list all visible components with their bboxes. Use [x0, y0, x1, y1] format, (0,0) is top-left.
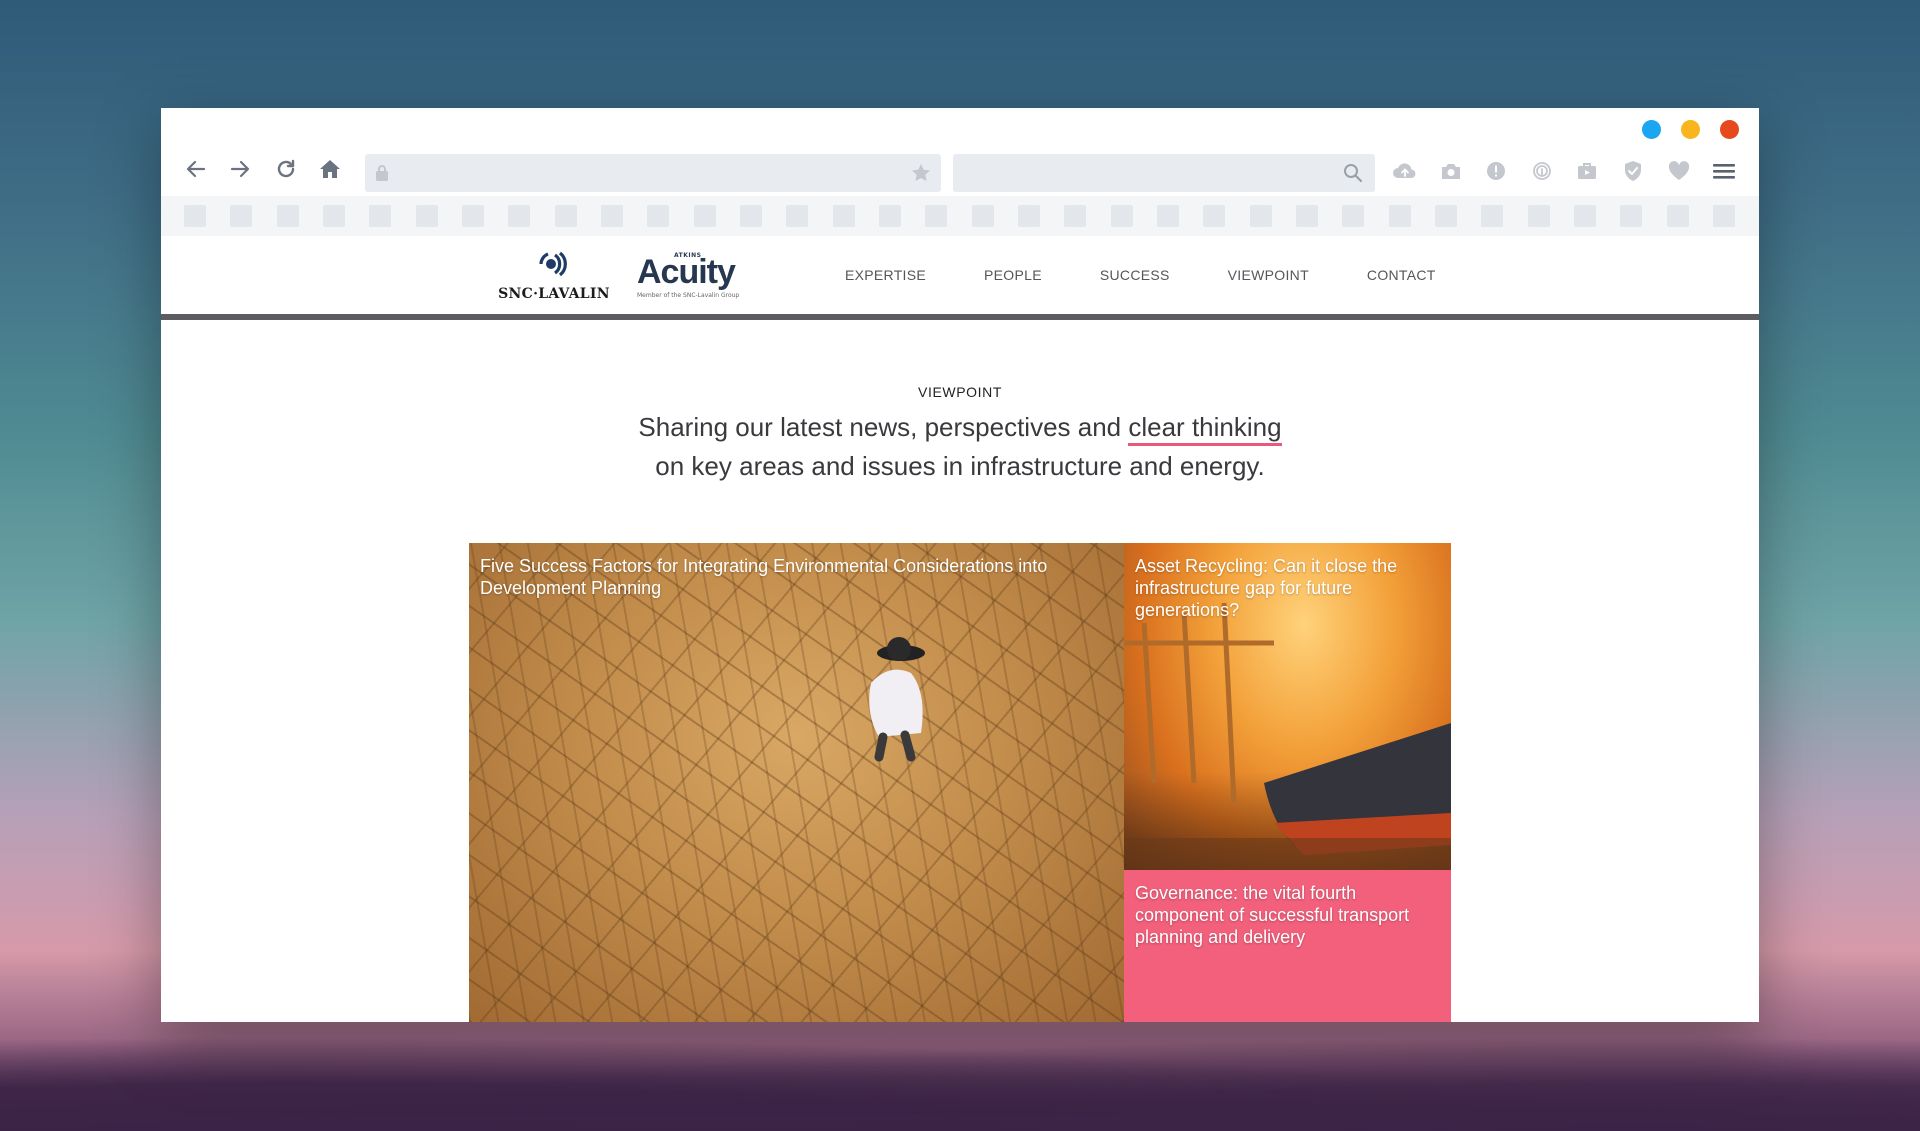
bookmark-placeholder[interactable] — [1528, 205, 1550, 227]
snc-lavalin-logo[interactable]: SNC·LAVALIN — [498, 250, 610, 302]
bookmark-placeholder[interactable] — [230, 205, 252, 227]
snc-lavalin-wordmark: SNC·LAVALIN — [498, 286, 610, 302]
back-arrow-icon[interactable] — [181, 154, 211, 184]
nav-item-expertise[interactable]: EXPERTISE — [845, 267, 926, 283]
lead-text-2: on key areas and issues in infrastructur… — [655, 451, 1265, 481]
article-grid: Five Success Factors for Integrating Env… — [469, 543, 1451, 1022]
bookmark-placeholder[interactable] — [1018, 205, 1040, 227]
bookmark-placeholder[interactable] — [1203, 205, 1225, 227]
camera-icon[interactable] — [1438, 158, 1464, 184]
bookmark-placeholder[interactable] — [1250, 205, 1272, 227]
bookmark-placeholder[interactable] — [740, 205, 762, 227]
search-icon[interactable] — [1343, 163, 1363, 187]
port-ship-image — [1124, 602, 1451, 870]
reload-icon[interactable] — [271, 154, 301, 184]
star-icon[interactable] — [911, 163, 931, 187]
window-maximize-button[interactable] — [1681, 120, 1700, 139]
nav-item-contact[interactable]: CONTACT — [1367, 267, 1436, 283]
bookmark-placeholder[interactable] — [369, 205, 391, 227]
bookmark-placeholder[interactable] — [277, 205, 299, 227]
alert-icon[interactable] — [1483, 158, 1509, 184]
bookmark-placeholder[interactable] — [1435, 205, 1457, 227]
bookmark-placeholder[interactable] — [416, 205, 438, 227]
bookmark-placeholder[interactable] — [323, 205, 345, 227]
bookmark-placeholder[interactable] — [925, 205, 947, 227]
lead-highlight: clear thinking — [1128, 412, 1282, 446]
window-minimize-button[interactable] — [1642, 120, 1661, 139]
bookmark-placeholder[interactable] — [786, 205, 808, 227]
atkins-acuity-logo[interactable]: ATKINS Acuity Member of the SNC-Lavalin … — [637, 252, 747, 302]
nav-item-people[interactable]: PEOPLE — [984, 267, 1042, 283]
intro-lead: Sharing our latest news, perspectives an… — [161, 408, 1759, 486]
cloud-upload-icon[interactable] — [1392, 158, 1418, 184]
bookmark-placeholder[interactable] — [1620, 205, 1642, 227]
main-nav: EXPERTISE PEOPLE SUCCESS VIEWPOINT CONTA… — [845, 267, 1436, 283]
web-page: SNC·LAVALIN ATKINS Acuity Member of the … — [161, 236, 1759, 1022]
window-close-button[interactable] — [1720, 120, 1739, 139]
shield-check-icon[interactable] — [1620, 158, 1646, 184]
home-icon[interactable] — [315, 154, 345, 184]
nav-item-viewpoint[interactable]: VIEWPOINT — [1228, 267, 1309, 283]
bookmarks-bar — [161, 196, 1759, 236]
forward-arrow-icon[interactable] — [225, 154, 255, 184]
acuity-tagline: Member of the SNC-Lavalin Group — [637, 292, 740, 299]
browser-window: SNC·LAVALIN ATKINS Acuity Member of the … — [161, 108, 1759, 1022]
fingerprint-icon[interactable] — [1529, 158, 1555, 184]
bookmark-placeholder[interactable] — [1064, 205, 1086, 227]
hamburger-menu-icon[interactable] — [1711, 158, 1737, 184]
bookmark-placeholder[interactable] — [508, 205, 530, 227]
desktop-background — [0, 1021, 1920, 1131]
site-header: SNC·LAVALIN ATKINS Acuity Member of the … — [161, 236, 1759, 320]
bookmark-placeholder[interactable] — [1481, 205, 1503, 227]
bookmark-placeholder[interactable] — [1667, 205, 1689, 227]
article-card-asset-recycling[interactable]: Asset Recycling: Can it close the infras… — [1124, 543, 1451, 870]
bookmark-placeholder[interactable] — [833, 205, 855, 227]
article-card-governance[interactable]: Governance: the vital fourth component o… — [1124, 870, 1451, 1022]
lead-text-1: Sharing our latest news, perspectives an… — [638, 412, 1129, 442]
bookmark-placeholder[interactable] — [1342, 205, 1364, 227]
bookmark-placeholder[interactable] — [601, 205, 623, 227]
bookmark-placeholder[interactable] — [1389, 205, 1411, 227]
browser-toolbar — [161, 146, 1759, 192]
address-bar[interactable] — [365, 154, 941, 192]
bookmark-placeholder[interactable] — [462, 205, 484, 227]
window-controls — [1642, 120, 1739, 139]
bookmark-placeholder[interactable] — [1713, 205, 1735, 227]
bookmark-placeholder[interactable] — [1157, 205, 1179, 227]
heart-icon[interactable] — [1666, 158, 1692, 184]
snc-lavalin-mark-icon — [539, 251, 567, 277]
article-card-environmental[interactable]: Five Success Factors for Integrating Env… — [469, 543, 1124, 1022]
article-title[interactable]: Governance: the vital fourth component o… — [1135, 882, 1439, 948]
bookmark-placeholder[interactable] — [184, 205, 206, 227]
lock-icon — [375, 164, 389, 186]
intro-section: VIEWPOINT Sharing our latest news, persp… — [161, 384, 1759, 486]
article-title[interactable]: Five Success Factors for Integrating Env… — [480, 555, 1112, 599]
child-figure-image — [869, 637, 925, 762]
section-kicker: VIEWPOINT — [918, 384, 1002, 400]
article-title[interactable]: Asset Recycling: Can it close the infras… — [1135, 555, 1439, 621]
search-bar[interactable] — [953, 154, 1375, 192]
acuity-wordmark: Acuity — [637, 253, 736, 291]
nav-item-success[interactable]: SUCCESS — [1100, 267, 1170, 283]
briefcase-icon[interactable] — [1574, 158, 1600, 184]
bookmark-placeholder[interactable] — [647, 205, 669, 227]
bookmark-placeholder[interactable] — [694, 205, 716, 227]
bookmark-placeholder[interactable] — [879, 205, 901, 227]
bookmark-placeholder[interactable] — [1296, 205, 1318, 227]
bookmark-placeholder[interactable] — [555, 205, 577, 227]
bookmark-placeholder[interactable] — [1111, 205, 1133, 227]
bookmark-placeholder[interactable] — [972, 205, 994, 227]
bookmark-placeholder[interactable] — [1574, 205, 1596, 227]
